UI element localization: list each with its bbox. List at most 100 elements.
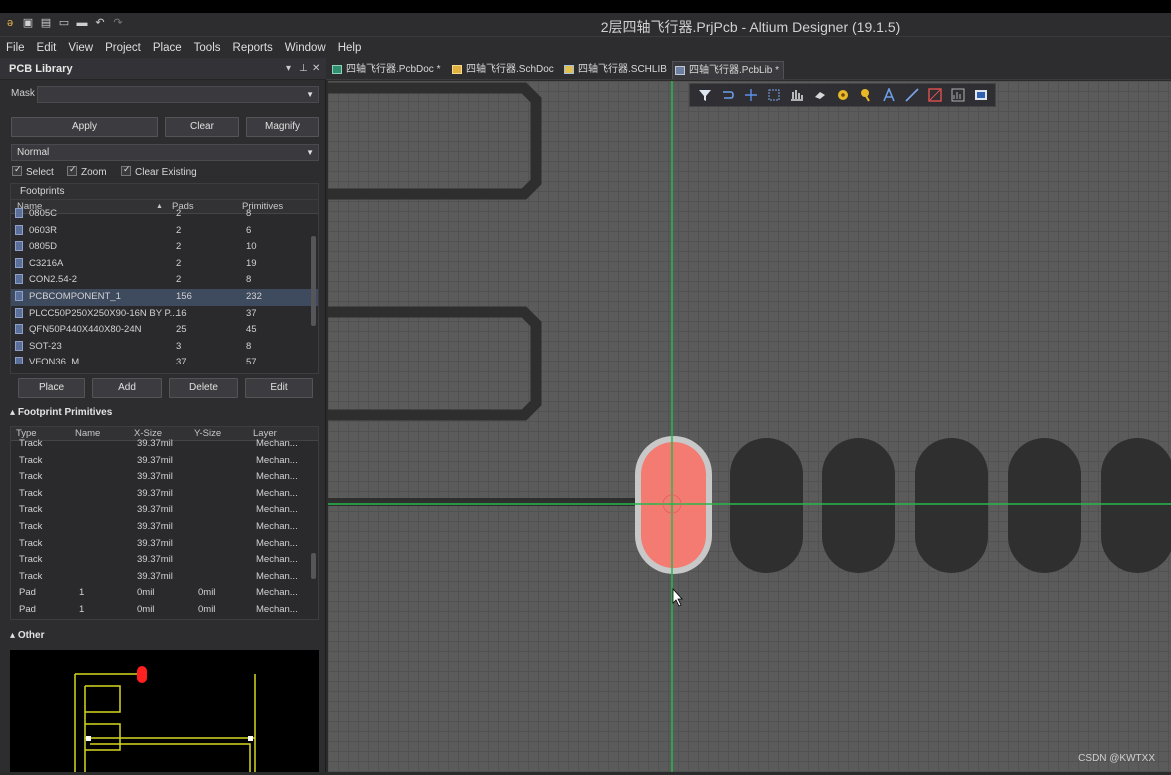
primitive-row[interactable]: Track 39.37mil Mechan... [11, 552, 318, 569]
panel-menu-icon[interactable]: ▾ [286, 63, 291, 74]
footprint-row[interactable]: PLCC50P250X250X90-16N BY P... 16 37 [11, 306, 318, 323]
line-icon[interactable] [901, 85, 923, 105]
filter-mode-select[interactable]: Normal ▼ [11, 144, 319, 161]
menu-project[interactable]: Project [105, 42, 141, 54]
primitive-layer: Mechan... [256, 554, 298, 566]
footprint-pads: 2 [176, 241, 182, 253]
route-icon[interactable] [717, 85, 739, 105]
footprint-row[interactable]: C3216A 2 19 [11, 256, 318, 273]
magnify-button[interactable]: Magnify [246, 117, 319, 137]
primitive-row[interactable]: Pad 1 0mil 0mil Mechan... [11, 585, 318, 602]
primitive-row[interactable]: Track 39.37mil Mechan... [11, 453, 318, 470]
top-strip [0, 0, 1171, 13]
filter-icon[interactable] [694, 85, 716, 105]
close-icon[interactable]: ✕ [312, 63, 320, 74]
add-button[interactable]: Add [92, 378, 162, 398]
pcb-library-panel: PCB Library ▾ ⊥ ✕ Mask ▼ Apply Clear Mag… [0, 58, 326, 772]
board-outline-track [328, 306, 542, 421]
footprint-icon [15, 307, 23, 318]
fill-icon[interactable] [947, 85, 969, 105]
pcb-canvas[interactable]: CSDN @KWTXX [328, 81, 1171, 772]
primitive-xsize: 39.37mil [137, 554, 173, 566]
cross-icon[interactable] [740, 85, 762, 105]
footprint-pads: 2 [176, 224, 182, 236]
tab-pcbdoc[interactable]: 四轴飞行器.PcbDoc * [330, 61, 440, 79]
fullscreen-icon[interactable] [970, 85, 992, 105]
primitive-row[interactable]: Track 39.37mil Mechan... [11, 519, 318, 536]
apply-button[interactable]: Apply [11, 117, 158, 137]
primitive-xsize: 39.37mil [137, 471, 173, 483]
place-button[interactable]: Place [18, 378, 85, 398]
other-header[interactable]: ▴ Other [10, 630, 44, 641]
primitive-row[interactable]: Track 39.37mil Mechan... [11, 436, 318, 453]
tab-pcblib[interactable]: 四轴飞行器.PcbLib * [672, 61, 784, 79]
primitive-row[interactable]: Pad 1 0mil 0mil Mechan... [11, 602, 318, 614]
footprint-row[interactable]: CON2.54-2 2 8 [11, 272, 318, 289]
footprint-row[interactable]: VFQN36_M 37 57 [11, 355, 318, 364]
menu-edit[interactable]: Edit [37, 42, 57, 54]
edit-button[interactable]: Edit [245, 378, 313, 398]
pad[interactable] [730, 438, 803, 573]
pad[interactable] [915, 438, 988, 573]
document-tabs: 四轴飞行器.PcbDoc * 四轴飞行器.SchDoc 四轴飞行器.SCHLIB… [326, 58, 1171, 80]
primitive-row[interactable]: Track 39.37mil Mechan... [11, 486, 318, 503]
footprint-primitives: 8 [246, 208, 252, 219]
footprint-row[interactable]: QFN50P440X440X80-24N 25 45 [11, 322, 318, 339]
menu-window[interactable]: Window [285, 42, 326, 54]
via-icon[interactable] [832, 85, 854, 105]
probe-icon[interactable] [855, 85, 877, 105]
title-bar: ə ▣ ▤ ▭ ▬ ↶ ↷ 2层四轴飞行器.PrjPcb - Altium De… [0, 13, 1171, 37]
zoom-checkbox[interactable]: Zoom [67, 164, 107, 178]
footprint-row[interactable]: 0603R 2 6 [11, 223, 318, 240]
tab-schlib[interactable]: 四轴飞行器.SCHLIB [562, 61, 667, 79]
footprint-row[interactable]: 0805D 2 10 [11, 239, 318, 256]
menu-help[interactable]: Help [338, 42, 362, 54]
footprint-preview[interactable] [10, 650, 319, 772]
pad[interactable] [822, 438, 895, 573]
select-checkbox[interactable]: Select [12, 164, 54, 178]
primitive-row[interactable]: Track 39.37mil Mechan... [11, 569, 318, 586]
footprint-row[interactable]: SOT-23 3 8 [11, 339, 318, 356]
primitive-type: Track [19, 570, 43, 582]
pad[interactable] [1101, 438, 1171, 573]
primitive-row[interactable]: Track 39.37mil Mechan... [11, 502, 318, 519]
pin-icon[interactable]: ⊥ [299, 63, 308, 74]
menu-bar: File Edit View Project Place Tools Repor… [0, 37, 1171, 58]
mask-input[interactable]: ▼ [37, 86, 319, 103]
menu-file[interactable]: File [6, 42, 25, 54]
clear-existing-checkbox[interactable]: Clear Existing [121, 164, 197, 178]
pad-icon[interactable] [809, 85, 831, 105]
select-rect-icon[interactable] [763, 85, 785, 105]
selected-pad[interactable] [641, 442, 706, 568]
filter-mode-value: Normal [17, 147, 50, 158]
menu-tools[interactable]: Tools [194, 42, 221, 54]
primitives-scrollbar[interactable] [311, 553, 316, 579]
delete-button[interactable]: Delete [169, 378, 238, 398]
footprint-pads: 2 [176, 274, 182, 286]
primitive-xsize: 39.37mil [137, 454, 173, 466]
text-icon[interactable] [878, 85, 900, 105]
menu-reports[interactable]: Reports [233, 42, 273, 54]
footprint-primitives: 57 [246, 357, 257, 364]
footprint-name: C3216A [29, 257, 64, 269]
footprint-primitives-header[interactable]: ▴ Footprint Primitives [10, 407, 112, 418]
tab-schdoc[interactable]: 四轴飞行器.SchDoc [450, 61, 554, 79]
menu-place[interactable]: Place [153, 42, 182, 54]
align-icon[interactable] [786, 85, 808, 105]
footprint-name: PCBCOMPONENT_1 [29, 290, 121, 302]
primitive-name: 1 [79, 587, 85, 599]
clear-button[interactable]: Clear [165, 117, 239, 137]
primitive-row[interactable]: Track 39.37mil Mechan... [11, 469, 318, 486]
pcblib-icon [675, 66, 685, 75]
footprint-name: CON2.54-2 [29, 274, 78, 286]
active-bar-toolbar [689, 83, 996, 107]
footprint-primitives: 8 [246, 340, 252, 352]
region-icon[interactable] [924, 85, 946, 105]
menu-view[interactable]: View [68, 42, 93, 54]
primitive-type: Track [19, 554, 43, 566]
primitive-row[interactable]: Track 39.37mil Mechan... [11, 536, 318, 553]
pad[interactable] [1008, 438, 1081, 573]
footprints-scrollbar[interactable] [311, 236, 316, 326]
footprint-row[interactable]: PCBCOMPONENT_1 156 232 [11, 288, 318, 306]
footprint-row[interactable]: 0805C 2 8 [11, 206, 318, 223]
